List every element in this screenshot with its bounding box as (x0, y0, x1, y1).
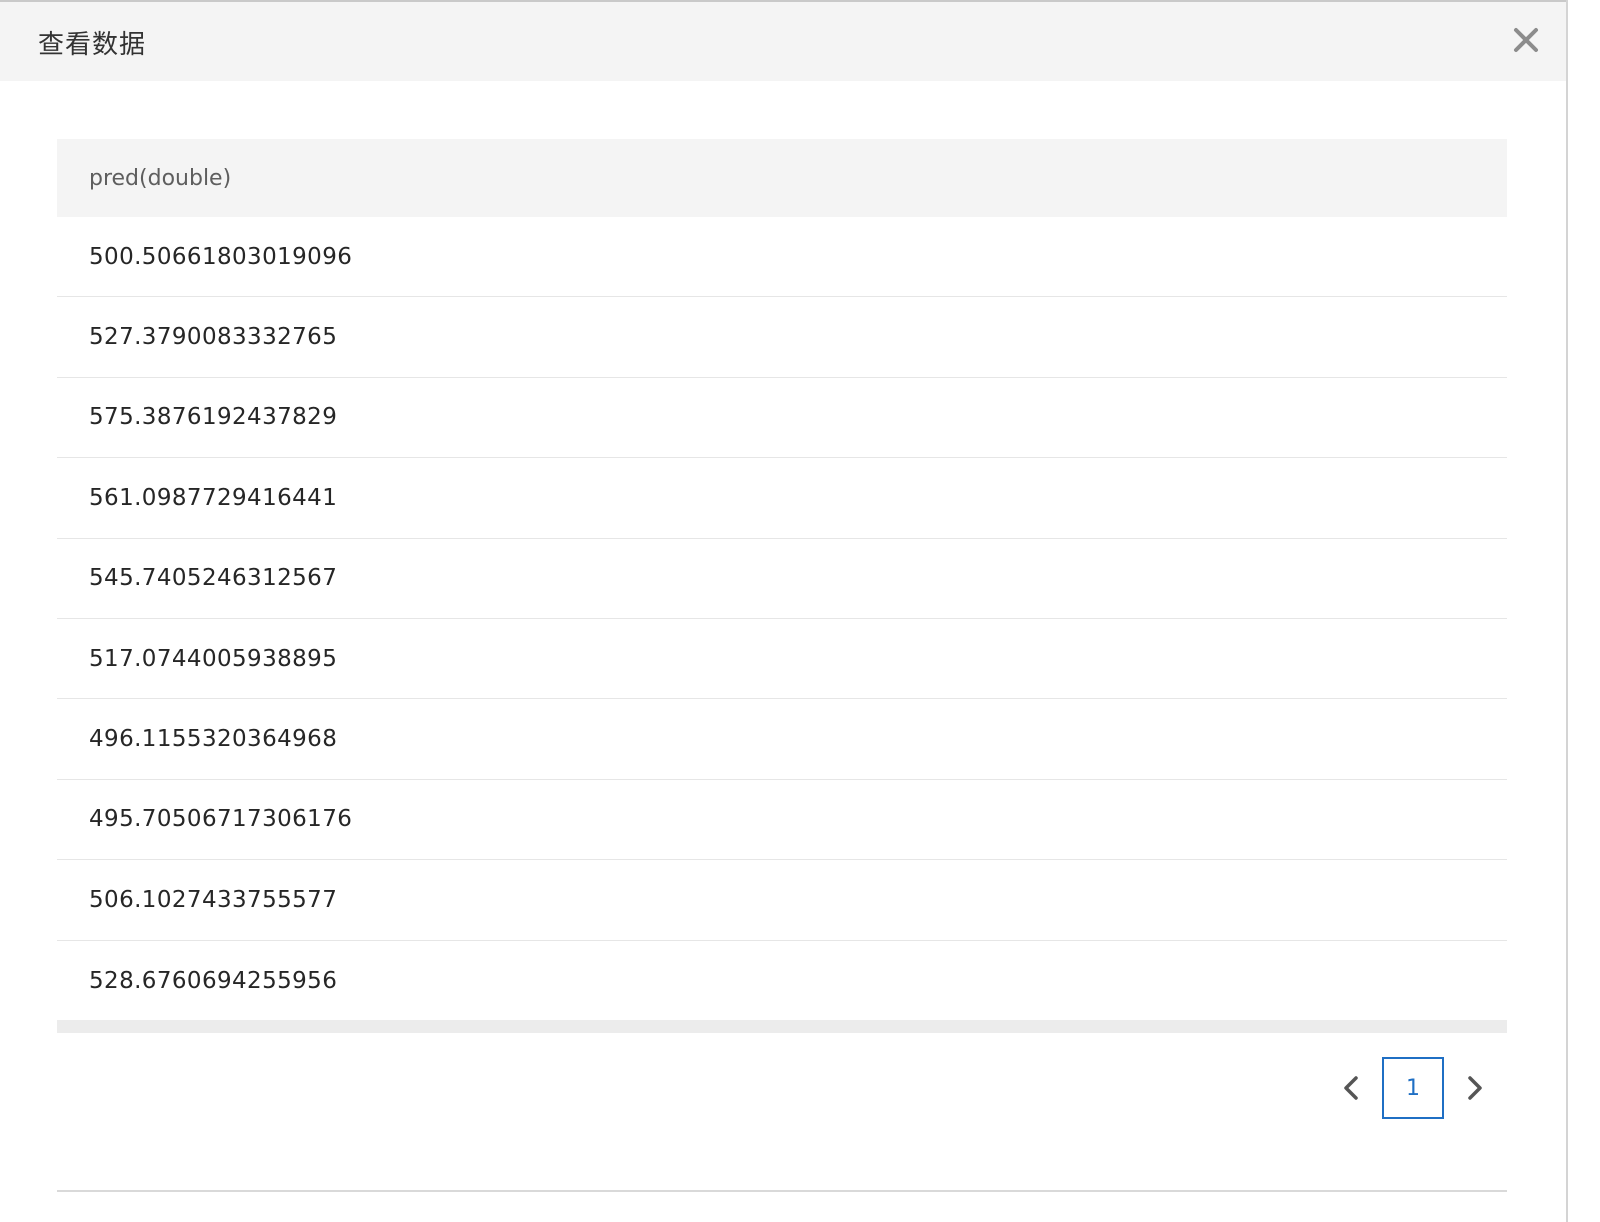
table-row: 506.1027433755577 (57, 860, 1507, 941)
pagination: 1 (1330, 1057, 1496, 1119)
table-row: 495.70506717306176 (57, 780, 1507, 861)
next-page-button[interactable] (1454, 1057, 1496, 1119)
table-row: 561.0987729416441 (57, 458, 1507, 539)
data-table: pred(double) 500.50661803019096 527.3790… (57, 139, 1507, 1021)
table-cell: 496.1155320364968 (89, 726, 338, 753)
table-row: 528.6760694255956 (57, 941, 1507, 1021)
table-row: 545.7405246312567 (57, 539, 1507, 619)
data-view-dialog: 查看数据 pred(double) 500.50661803019096 527… (0, 0, 1600, 1222)
chevron-left-icon (1344, 1076, 1358, 1100)
table-cell: 545.7405246312567 (89, 565, 338, 592)
column-header-pred: pred(double) (89, 165, 232, 191)
table-row: 500.50661803019096 (57, 217, 1507, 298)
table-header: pred(double) (57, 139, 1507, 217)
close-icon (1514, 28, 1538, 52)
table-cell: 561.0987729416441 (89, 484, 338, 511)
table-cell: 495.70506717306176 (89, 806, 353, 833)
table-cell: 528.6760694255956 (89, 967, 338, 994)
table-cell: 575.3876192437829 (89, 404, 338, 431)
table-row: 517.0744005938895 (57, 619, 1507, 700)
table-row: 575.3876192437829 (57, 378, 1507, 459)
close-button[interactable] (1508, 22, 1544, 58)
chevron-right-icon (1468, 1076, 1482, 1100)
dialog-header: 查看数据 (0, 2, 1566, 81)
table-cell: 517.0744005938895 (89, 645, 338, 672)
table-row: 496.1155320364968 (57, 699, 1507, 780)
footer-divider (57, 1190, 1507, 1192)
table-row: 527.3790083332765 (57, 297, 1507, 378)
right-border (1566, 0, 1568, 1222)
table-cell: 527.3790083332765 (89, 324, 338, 351)
horizontal-scrollbar[interactable] (57, 1020, 1507, 1033)
dialog-title: 查看数据 (38, 30, 147, 60)
prev-page-button[interactable] (1330, 1057, 1372, 1119)
table-cell: 500.50661803019096 (89, 243, 353, 270)
table-cell: 506.1027433755577 (89, 886, 338, 913)
page-number-current[interactable]: 1 (1382, 1057, 1444, 1119)
table-body: 500.50661803019096 527.3790083332765 575… (57, 217, 1507, 1021)
